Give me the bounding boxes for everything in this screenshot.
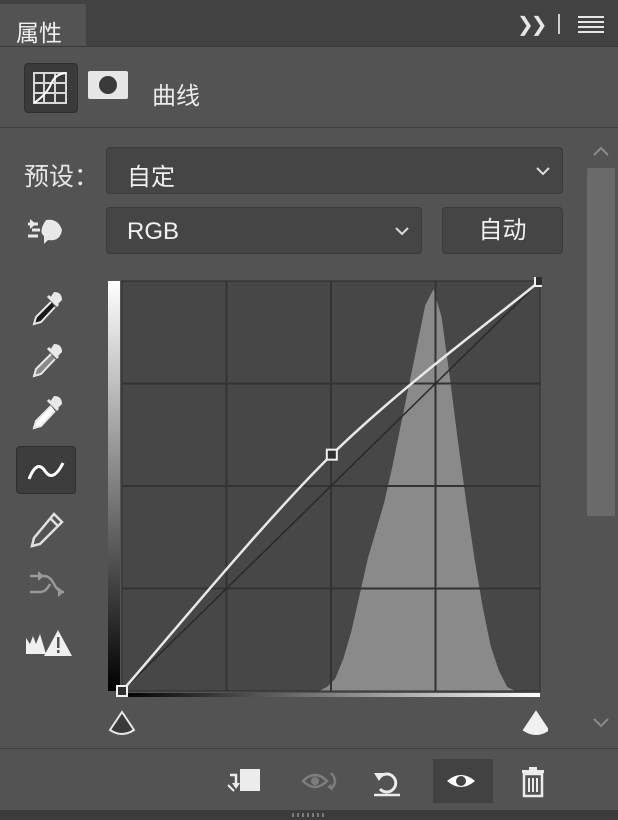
chevron-down-icon (395, 227, 409, 236)
properties-tab[interactable]: 属性 (0, 4, 86, 47)
preset-dropdown[interactable]: 自定 (106, 147, 563, 194)
channel-dropdown[interactable]: RGB (106, 207, 422, 254)
double-chevron-right-icon[interactable]: ❯❯ (517, 12, 547, 36)
black-point-eyedropper-icon[interactable] (16, 282, 76, 330)
adjustment-title: 曲线 (152, 82, 200, 110)
preset-label: 预设： (24, 162, 100, 191)
scroll-up-arrow-icon[interactable] (590, 144, 612, 158)
view-previous-state-icon[interactable] (293, 759, 343, 803)
black-point-slider[interactable] (108, 710, 136, 735)
properties-panel: 属性 ❯❯ 曲线 预设： 自定 RGB 自动 (0, 0, 618, 820)
scroll-down-arrow-icon[interactable] (590, 716, 612, 730)
scrollbar-thumb[interactable] (587, 168, 615, 516)
toggle-visibility-eye-icon[interactable] (433, 759, 493, 803)
clip-to-layer-icon[interactable] (218, 759, 268, 803)
tab-title: 属性 (16, 21, 62, 47)
input-gradient-bar (122, 693, 540, 697)
clipping-warning-icon[interactable] (16, 618, 76, 666)
curves-graph[interactable] (108, 277, 542, 697)
grip-dots (292, 813, 326, 817)
tab-divider (558, 14, 560, 34)
input-sliders (108, 710, 548, 735)
curves-adjustment-icon[interactable] (24, 63, 78, 113)
channel-value: RGB (127, 218, 180, 245)
chevron-down-icon (536, 167, 550, 176)
auto-button[interactable]: 自动 (442, 207, 563, 254)
white-point-slider[interactable] (522, 710, 548, 735)
adjustment-header: 曲线 (0, 47, 618, 128)
pencil-draw-icon[interactable] (16, 504, 76, 552)
on-image-adjust-icon[interactable] (16, 206, 76, 254)
panel-tab-bar: 属性 ❯❯ (0, 0, 618, 47)
reset-adjustment-icon[interactable] (362, 759, 412, 803)
curve-edit-icon[interactable] (16, 446, 76, 494)
layer-mask-icon[interactable] (88, 69, 128, 101)
hamburger-menu-icon[interactable] (578, 16, 604, 34)
curve-control-point[interactable] (534, 277, 542, 287)
curve-control-point[interactable] (116, 685, 128, 697)
gray-point-eyedropper-icon[interactable] (16, 334, 76, 382)
preset-value: 自定 (127, 163, 175, 191)
white-point-eyedropper-icon[interactable] (16, 386, 76, 434)
bottom-toolbar (0, 748, 618, 811)
delete-trash-icon[interactable] (508, 759, 558, 803)
curve-control-point[interactable] (325, 448, 338, 461)
smooth-curve-icon[interactable] (16, 558, 76, 606)
output-gradient-bar (108, 281, 120, 691)
